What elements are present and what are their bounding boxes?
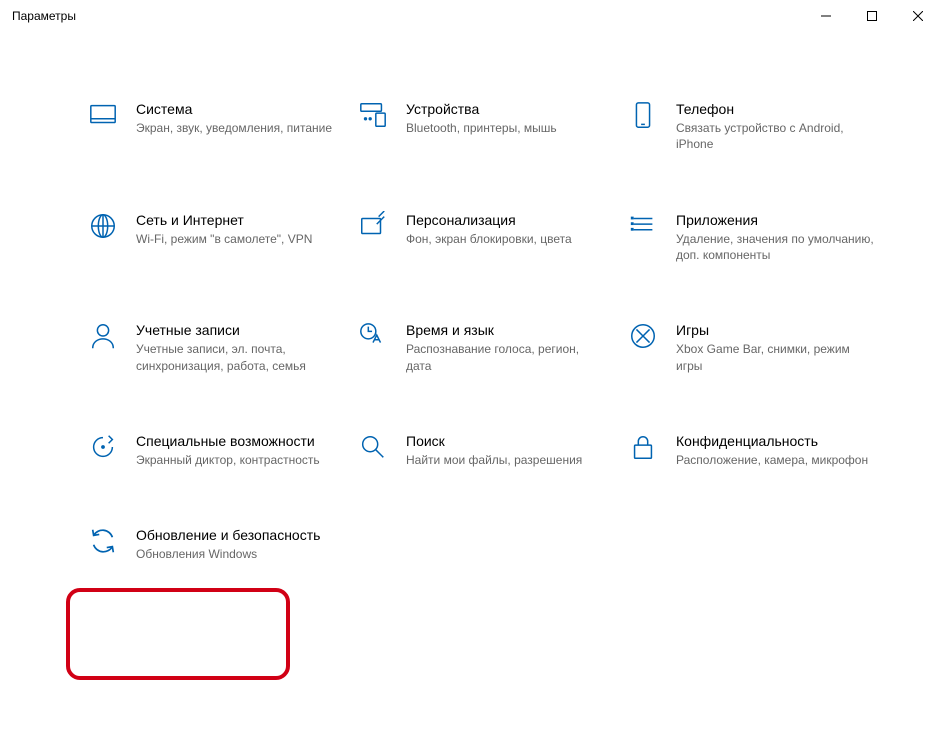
tile-desc: Удаление, значения по умолчанию, доп. ко…: [676, 231, 876, 263]
tile-title: Телефон: [676, 100, 876, 118]
settings-content: Система Экран, звук, уведомления, питани…: [0, 32, 941, 568]
system-icon: [86, 98, 120, 132]
tile-desc: Расположение, камера, микрофон: [676, 452, 868, 468]
close-icon: [913, 11, 923, 21]
maximize-button[interactable]: [849, 0, 895, 32]
close-button[interactable]: [895, 0, 941, 32]
lock-icon: [626, 430, 660, 464]
apps-icon: [626, 209, 660, 243]
paintbrush-icon: [356, 209, 390, 243]
phone-icon: [626, 98, 660, 132]
tile-desc: Обновления Windows: [136, 546, 320, 562]
tile-desc: Найти мои файлы, разрешения: [406, 452, 582, 468]
tile-search[interactable]: Поиск Найти мои файлы, разрешения: [350, 424, 620, 474]
maximize-icon: [867, 11, 877, 21]
time-language-icon: [356, 319, 390, 353]
xbox-icon: [626, 319, 660, 353]
tile-title: Устройства: [406, 100, 557, 118]
tile-title: Учетные записи: [136, 321, 336, 339]
tile-title: Обновление и безопасность: [136, 526, 320, 544]
tile-gaming[interactable]: Игры Xbox Game Bar, снимки, режим игры: [620, 313, 890, 380]
tile-network[interactable]: Сеть и Интернет Wi-Fi, режим "в самолете…: [80, 203, 350, 270]
settings-grid: Система Экран, звук, уведомления, питани…: [80, 92, 881, 568]
tile-title: Сеть и Интернет: [136, 211, 312, 229]
settings-window: Параметры Система Экран, звук, уведо: [0, 0, 941, 731]
highlight-frame: [66, 588, 290, 680]
accessibility-icon: [86, 430, 120, 464]
tile-desc: Связать устройство с Android, iPhone: [676, 120, 876, 152]
tile-time-language[interactable]: Время и язык Распознавание голоса, регио…: [350, 313, 620, 380]
tile-devices[interactable]: Устройства Bluetooth, принтеры, мышь: [350, 92, 620, 159]
tile-desc: Учетные записи, эл. почта, синхронизация…: [136, 341, 336, 373]
devices-icon: [356, 98, 390, 132]
tile-update-security[interactable]: Обновление и безопасность Обновления Win…: [80, 518, 350, 568]
tile-title: Конфиденциальность: [676, 432, 868, 450]
tile-system[interactable]: Система Экран, звук, уведомления, питани…: [80, 92, 350, 159]
search-icon: [356, 430, 390, 464]
window-title: Параметры: [12, 9, 76, 23]
sync-icon: [86, 524, 120, 558]
tile-desc: Распознавание голоса, регион, дата: [406, 341, 606, 373]
tile-privacy[interactable]: Конфиденциальность Расположение, камера,…: [620, 424, 890, 474]
tile-title: Специальные возможности: [136, 432, 320, 450]
tile-desc: Фон, экран блокировки, цвета: [406, 231, 572, 247]
tile-desc: Экранный диктор, контрастность: [136, 452, 320, 468]
minimize-button[interactable]: [803, 0, 849, 32]
tile-desc: Экран, звук, уведомления, питание: [136, 120, 332, 136]
tile-desc: Bluetooth, принтеры, мышь: [406, 120, 557, 136]
globe-icon: [86, 209, 120, 243]
titlebar: Параметры: [0, 0, 941, 32]
tile-apps[interactable]: Приложения Удаление, значения по умолчан…: [620, 203, 890, 270]
tile-desc: Wi-Fi, режим "в самолете", VPN: [136, 231, 312, 247]
tile-title: Игры: [676, 321, 876, 339]
tile-personalization[interactable]: Персонализация Фон, экран блокировки, цв…: [350, 203, 620, 270]
tile-phone[interactable]: Телефон Связать устройство с Android, iP…: [620, 92, 890, 159]
tile-desc: Xbox Game Bar, снимки, режим игры: [676, 341, 876, 373]
tile-title: Система: [136, 100, 332, 118]
tile-title: Приложения: [676, 211, 876, 229]
tile-accounts[interactable]: Учетные записи Учетные записи, эл. почта…: [80, 313, 350, 380]
minimize-icon: [821, 11, 831, 21]
window-controls: [803, 0, 941, 32]
tile-title: Поиск: [406, 432, 582, 450]
tile-title: Время и язык: [406, 321, 606, 339]
tile-title: Персонализация: [406, 211, 572, 229]
tile-accessibility[interactable]: Специальные возможности Экранный диктор,…: [80, 424, 350, 474]
person-icon: [86, 319, 120, 353]
